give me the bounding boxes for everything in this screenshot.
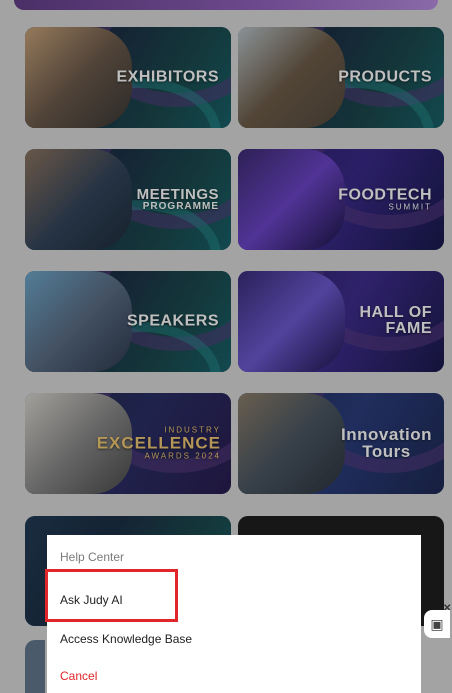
chat-widget-icon[interactable]: ▣ (424, 610, 450, 638)
app-screen: EXHIBITORS PRODUCTS MEETINGS PROGRAMME F… (0, 0, 452, 693)
selection-highlight (45, 569, 178, 622)
access-knowledge-base-option[interactable]: Access Knowledge Base (60, 632, 192, 646)
cancel-option[interactable]: Cancel (60, 669, 97, 683)
sheet-title: Help Center (60, 550, 125, 564)
